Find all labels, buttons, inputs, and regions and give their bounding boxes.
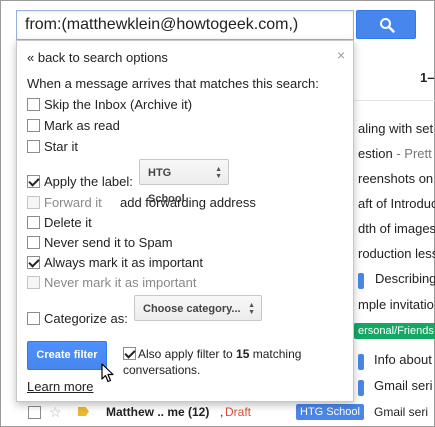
mark-read-checkbox[interactable] — [27, 119, 40, 132]
option-forward[interactable]: Forward it — [27, 194, 102, 212]
learn-more-link[interactable]: Learn more — [27, 378, 93, 396]
filter-intro-text: When a message arrives that matches this… — [27, 76, 319, 91]
categorize-label: Categorize as: — [44, 311, 128, 326]
create-filter-button[interactable]: Create filter — [27, 341, 107, 370]
option-apply-label[interactable]: Apply the label: — [27, 173, 133, 191]
skip-inbox-label: Skip the Inbox (Archive it) — [44, 97, 193, 112]
email-snippet[interactable]: roduction less — [358, 246, 435, 261]
delete-label: Delete it — [44, 215, 92, 230]
email-snippet[interactable]: Info about — [374, 352, 432, 367]
select-arrows-icon: ▲ ▼ — [248, 302, 255, 316]
apply-label-label: Apply the label: — [44, 174, 133, 189]
option-mark-read[interactable]: Mark as read — [27, 117, 120, 135]
forward-checkbox[interactable] — [27, 196, 40, 209]
row-checkbox[interactable] — [28, 406, 41, 419]
apply-label-checkbox[interactable] — [27, 175, 40, 188]
label-chip[interactable] — [358, 380, 364, 396]
label-htg-school[interactable]: HTG School — [296, 404, 364, 420]
sender: Matthew .. me (12) — [106, 405, 210, 419]
draft-marker: Draft — [225, 405, 252, 419]
select-arrows-icon: ▲ ▼ — [215, 166, 222, 180]
label-personal-friends[interactable]: ersonal/Friends — [354, 323, 435, 339]
also-apply-checkbox[interactable] — [123, 347, 136, 360]
email-snippet[interactable]: dth of images — [358, 221, 435, 236]
delete-checkbox[interactable] — [27, 216, 40, 229]
email-snippet[interactable]: aft of Introduc — [358, 196, 435, 211]
search-input[interactable]: from:(matthewklein@howtogeek.com,) — [16, 10, 354, 40]
create-filter-panel: « back to search options × When a messag… — [16, 40, 354, 402]
never-important-checkbox[interactable] — [27, 276, 40, 289]
email-snippet[interactable]: aling with set — [358, 121, 433, 136]
email-snippet[interactable]: Describing — [375, 271, 435, 286]
email-subject: Gmail seri — [374, 405, 429, 419]
option-always-important[interactable]: Always mark it as important — [27, 254, 203, 272]
category-select[interactable]: Choose category... ▲ ▼ — [134, 295, 262, 321]
page-indicator: 1– — [420, 70, 435, 85]
close-icon[interactable]: × — [337, 47, 345, 63]
never-spam-label: Never send it to Spam — [44, 235, 173, 250]
label-chip[interactable] — [358, 273, 364, 289]
email-subject: estion — [358, 146, 393, 161]
also-apply-text: Also apply filter to — [138, 347, 237, 361]
option-delete[interactable]: Delete it — [27, 214, 92, 232]
email-preview: - Prett — [396, 146, 432, 161]
email-snippet[interactable]: estion - Prett — [358, 146, 432, 161]
option-star[interactable]: Star it — [27, 138, 78, 156]
search-button[interactable] — [356, 10, 416, 39]
star-label: Star it — [44, 139, 78, 154]
back-to-search-options-link[interactable]: « back to search options — [27, 49, 168, 67]
star-icon[interactable]: ☆ — [49, 402, 62, 422]
add-forwarding-address-link[interactable]: add forwarding address — [120, 194, 256, 212]
option-never-important[interactable]: Never mark it as important — [27, 274, 196, 292]
label-select[interactable]: HTG School ▲ ▼ — [139, 159, 229, 205]
also-apply-option[interactable]: Also apply filter to 15 matching convers… — [123, 346, 323, 378]
star-checkbox[interactable] — [27, 140, 40, 153]
never-important-label: Never mark it as important — [44, 275, 197, 290]
matching-count: 15 — [236, 347, 250, 361]
categorize-checkbox[interactable] — [27, 312, 40, 325]
option-categorize[interactable]: Categorize as: — [27, 310, 128, 328]
mark-read-label: Mark as read — [44, 118, 120, 133]
category-select-value: Choose category... — [143, 303, 241, 315]
label-chip[interactable] — [358, 354, 364, 370]
never-spam-checkbox[interactable] — [27, 236, 40, 249]
always-important-checkbox[interactable] — [27, 256, 40, 269]
email-snippet[interactable]: reenshots on — [358, 171, 433, 186]
search-icon — [380, 18, 395, 33]
always-important-label: Always mark it as important — [44, 255, 203, 270]
forward-label: Forward it — [44, 195, 102, 210]
option-skip-inbox[interactable]: Skip the Inbox (Archive it) — [27, 96, 192, 114]
mouse-pointer-icon — [101, 363, 114, 383]
skip-inbox-checkbox[interactable] — [27, 98, 40, 111]
email-snippet[interactable]: mple invitatio — [358, 297, 434, 312]
comma: , — [220, 405, 224, 419]
email-snippet[interactable]: Gmail seri — [374, 378, 433, 393]
option-never-spam[interactable]: Never send it to Spam — [27, 234, 173, 252]
